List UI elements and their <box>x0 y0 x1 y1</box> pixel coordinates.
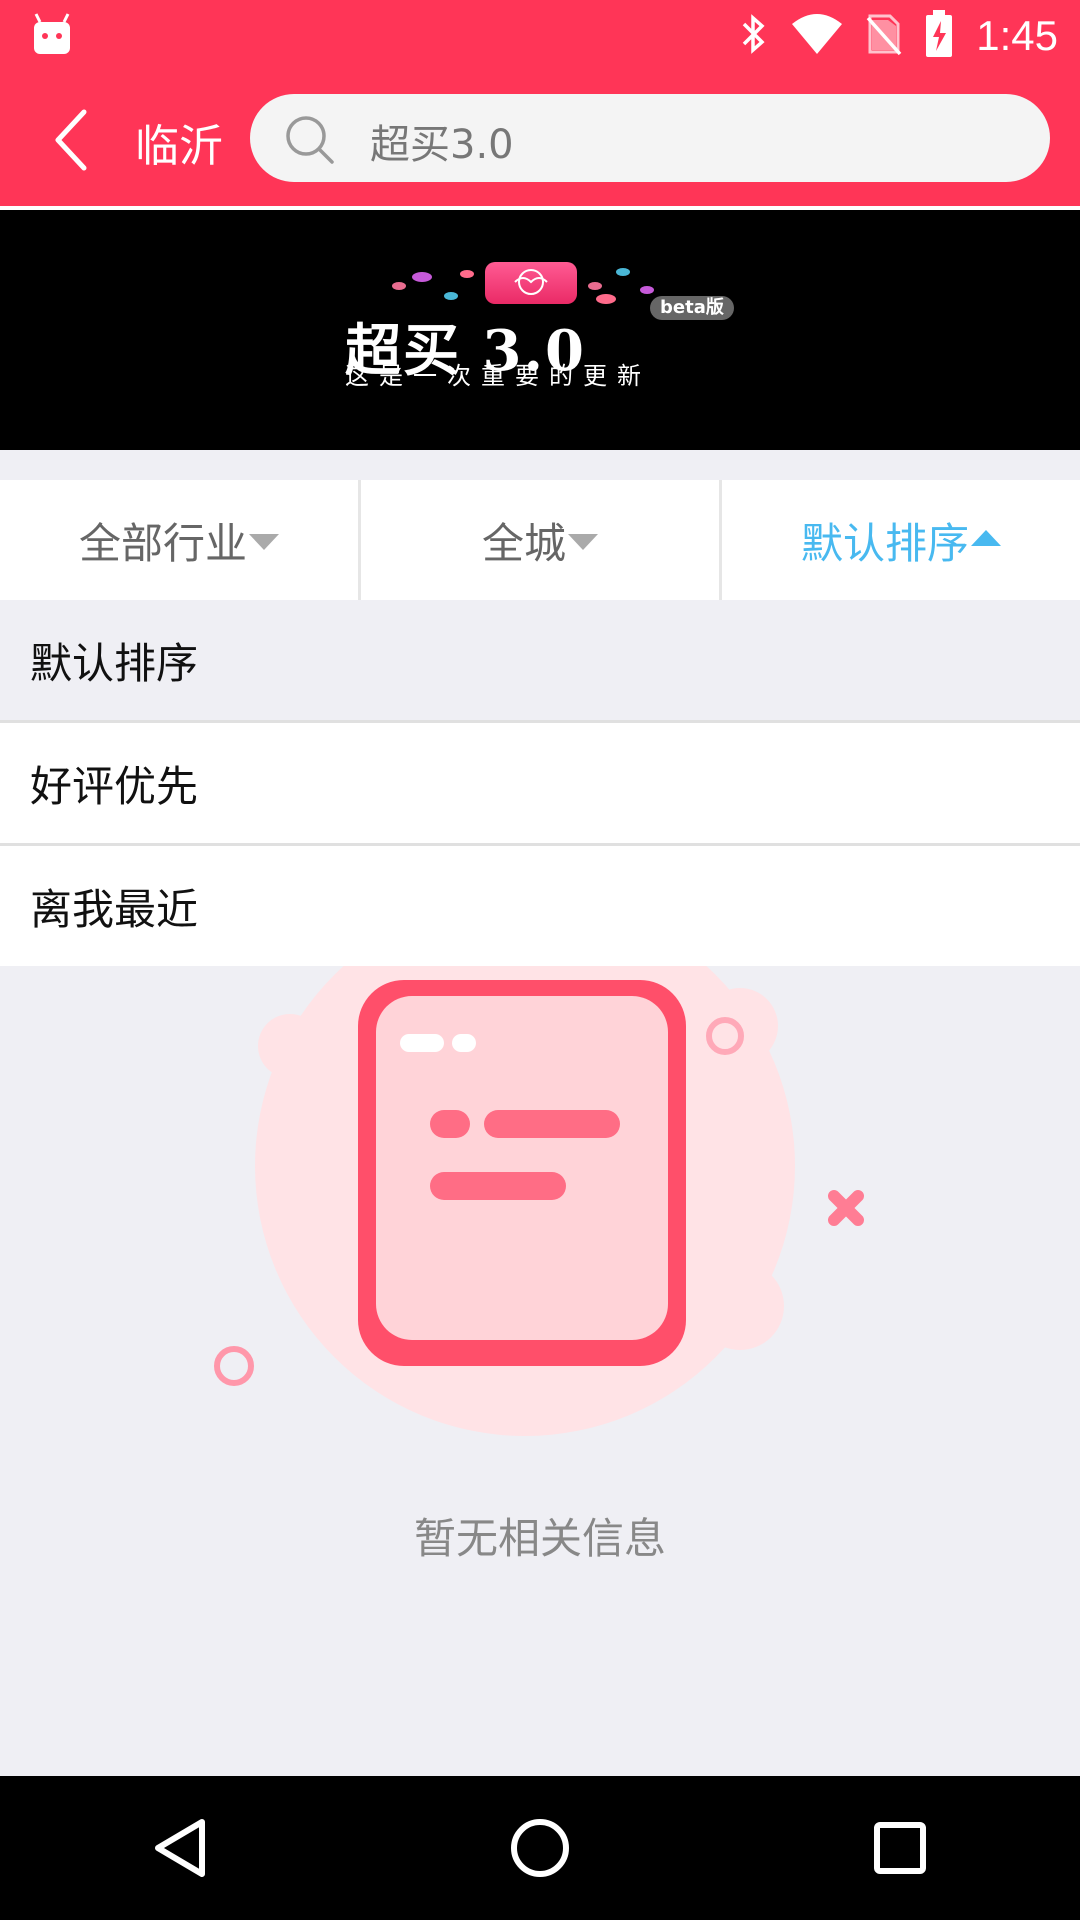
search-icon <box>284 114 336 170</box>
wifi-icon <box>790 12 844 60</box>
home-icon <box>511 1819 569 1877</box>
caret-down-icon <box>568 534 598 550</box>
back-icon <box>155 1819 205 1877</box>
nav-recents-button[interactable] <box>840 1788 960 1908</box>
filter-area-label: 全城 <box>481 518 566 568</box>
empty-state-illustration <box>0 896 1080 1446</box>
filter-sort-label: 默认排序 <box>800 518 969 568</box>
confetti-decoration <box>596 294 616 304</box>
android-icon <box>32 12 72 60</box>
chevron-left-icon <box>55 109 87 171</box>
sort-option-rating[interactable]: 好评优先 <box>0 723 1080 846</box>
confetti-decoration <box>392 282 406 290</box>
nav-home-button[interactable] <box>480 1788 600 1908</box>
confetti-decoration <box>444 292 458 300</box>
app-bar: 临沂 超买3.0 <box>0 72 1080 210</box>
confetti-decoration <box>588 282 602 290</box>
nav-back-button[interactable] <box>120 1788 240 1908</box>
confetti-decoration <box>412 272 432 282</box>
sort-dropdown: 默认排序 好评优先 离我最近 <box>0 600 1080 966</box>
filter-bar: 全部行业 全城 默认排序 <box>0 480 1080 600</box>
confetti-decoration <box>640 286 654 294</box>
bluetooth-icon <box>738 12 768 60</box>
confetti-decoration <box>460 270 474 278</box>
back-button[interactable] <box>40 100 100 180</box>
promo-banner[interactable]: beta版 超买 3.0 这是一次重要的更新 <box>0 210 1080 450</box>
app-logo-icon <box>485 262 577 304</box>
search-input[interactable]: 超买3.0 <box>250 94 1050 182</box>
filter-sort[interactable]: 默认排序 <box>722 480 1080 600</box>
no-sim-icon <box>866 12 902 60</box>
sort-option-default[interactable]: 默认排序 <box>0 600 1080 723</box>
caret-up-icon <box>971 530 1001 546</box>
beta-badge: beta版 <box>650 296 734 320</box>
confetti-decoration <box>616 268 630 276</box>
banner-subtitle: 这是一次重要的更新 <box>345 362 651 390</box>
system-nav-bar <box>0 1776 1080 1920</box>
filter-industry[interactable]: 全部行业 <box>0 480 361 600</box>
sort-option-nearest[interactable]: 离我最近 <box>0 846 1080 966</box>
recents-icon <box>874 1822 926 1874</box>
search-text: 超买3.0 <box>370 122 514 168</box>
filter-area[interactable]: 全城 <box>361 480 722 600</box>
city-selector[interactable]: 临沂 <box>135 110 223 174</box>
filter-industry-label: 全部行业 <box>78 518 247 568</box>
empty-state-message: 暂无相关信息 <box>413 1514 666 1563</box>
status-bar: 1:45 <box>0 0 1080 72</box>
status-time: 1:45 <box>976 12 1058 59</box>
battery-charging-icon <box>924 9 954 63</box>
caret-down-icon <box>249 534 279 550</box>
